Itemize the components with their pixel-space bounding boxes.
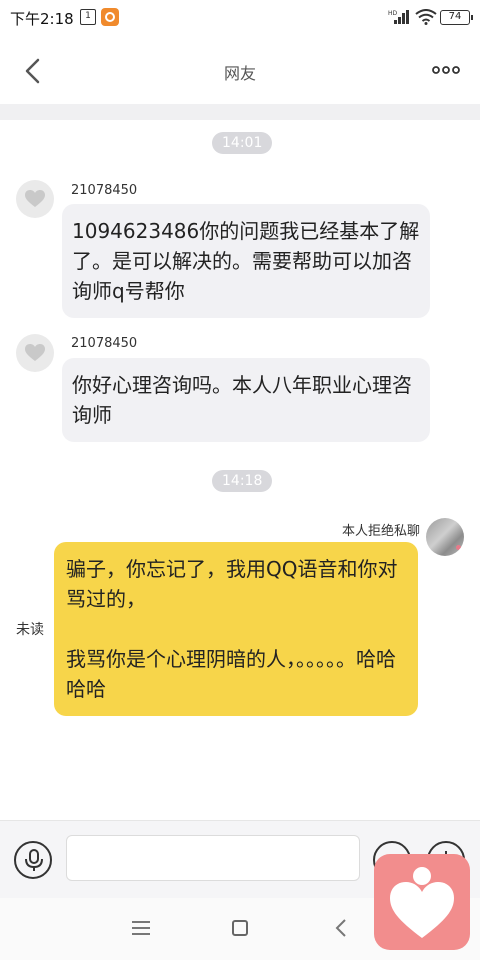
contact-avatar[interactable] (16, 180, 54, 218)
recent-apps-icon[interactable] (132, 920, 150, 936)
timestamp-pill: 14:18 (212, 470, 273, 492)
floating-app-heart-widget[interactable] (374, 854, 470, 950)
chat-area[interactable]: 14:01 21078450 1094623486你的问题我已经基本了解了。是可… (0, 120, 480, 820)
battery-icon: 74 (440, 10, 473, 25)
calendar-icon: 1 (80, 9, 96, 25)
outgoing-message-bubble[interactable]: 骗子，你忘记了，我用QQ语音和你对骂过的， 我骂你是个心理阴暗的人，。。。。。哈… (54, 542, 418, 716)
contact-avatar[interactable] (16, 334, 54, 372)
heart-icon (25, 344, 45, 361)
my-nickname: 本人拒绝私聊 (341, 524, 420, 539)
heart-icon (25, 190, 45, 207)
wifi-icon (415, 9, 437, 25)
page-title: 网友 (223, 64, 256, 83)
message-input[interactable] (66, 835, 360, 881)
timestamp-pill: 14:01 (212, 132, 273, 154)
system-back-icon[interactable] (334, 918, 348, 938)
app-notification-icon (101, 8, 119, 26)
sender-id: 21078450 (71, 183, 138, 198)
status-time: 下午2:18 (10, 10, 74, 28)
heart-person-icon (390, 867, 454, 938)
header-divider (0, 104, 480, 120)
unread-status: 未读 (16, 622, 44, 638)
voice-input-button[interactable] (14, 841, 52, 879)
signal-icon: HD (388, 10, 409, 24)
microphone-icon (25, 849, 43, 871)
incoming-message-bubble[interactable]: 1094623486你的问题我已经基本了解了。是可以解决的。需要帮助可以加咨询师… (62, 204, 430, 318)
header-bar: 网友 (0, 36, 480, 104)
svg-text:HD: HD (388, 10, 398, 17)
sender-id: 21078450 (71, 336, 138, 351)
status-bar: 下午2:18 1 HD 74 (0, 0, 480, 36)
incoming-message-bubble[interactable]: 你好心理咨询吗。本人八年职业心理咨询师 (62, 358, 430, 442)
my-avatar[interactable] (426, 518, 464, 556)
home-icon[interactable] (232, 920, 248, 936)
more-options-icon[interactable] (430, 58, 462, 82)
